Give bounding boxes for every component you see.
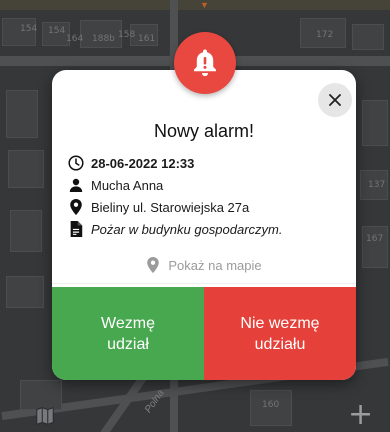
add-button[interactable]: + bbox=[348, 400, 373, 430]
dialog-title: Nowy alarm! bbox=[153, 121, 255, 141]
accept-button[interactable]: Wezmę udział bbox=[52, 287, 204, 380]
clock-icon bbox=[68, 155, 84, 171]
alarm-person: Mucha Anna bbox=[91, 177, 164, 193]
plus-icon: + bbox=[348, 397, 374, 432]
close-icon bbox=[329, 94, 341, 106]
decline-button[interactable]: Nie wezmę udziału bbox=[204, 287, 356, 380]
location-pin-icon bbox=[68, 199, 84, 215]
accept-button-label: Wezmę udział bbox=[101, 314, 155, 353]
alarm-datetime: 28-06-2022 12:33 bbox=[91, 155, 195, 171]
alarm-dialog: Nowy alarm! 28-06-2022 12:33 Mucha Anna … bbox=[52, 70, 356, 380]
close-button[interactable] bbox=[318, 83, 352, 117]
bell-icon bbox=[194, 49, 216, 77]
alarm-badge bbox=[174, 32, 236, 94]
alarm-description: Pożar w budynku gospodarczym. bbox=[91, 221, 283, 237]
person-icon bbox=[68, 177, 84, 193]
map-toggle-button[interactable] bbox=[34, 405, 56, 427]
alarm-address-row: Bieliny ul. Starowiejska 27a bbox=[68, 197, 249, 217]
alarm-address: Bieliny ul. Starowiejska 27a bbox=[91, 199, 250, 215]
alarm-person-row: Mucha Anna bbox=[68, 175, 163, 195]
show-on-map-label: Pokaż na mapie bbox=[168, 257, 262, 273]
map-icon bbox=[36, 406, 54, 426]
show-on-map-button[interactable]: Pokaż na mapie bbox=[52, 255, 356, 275]
alarm-datetime-row: 28-06-2022 12:33 bbox=[68, 153, 194, 173]
decline-button-label: Nie wezmę udziału bbox=[240, 314, 320, 353]
document-icon bbox=[68, 221, 84, 237]
alarm-description-row: Pożar w budynku gospodarczym. bbox=[68, 219, 282, 239]
divider bbox=[52, 283, 356, 284]
location-pin-icon bbox=[146, 257, 160, 273]
